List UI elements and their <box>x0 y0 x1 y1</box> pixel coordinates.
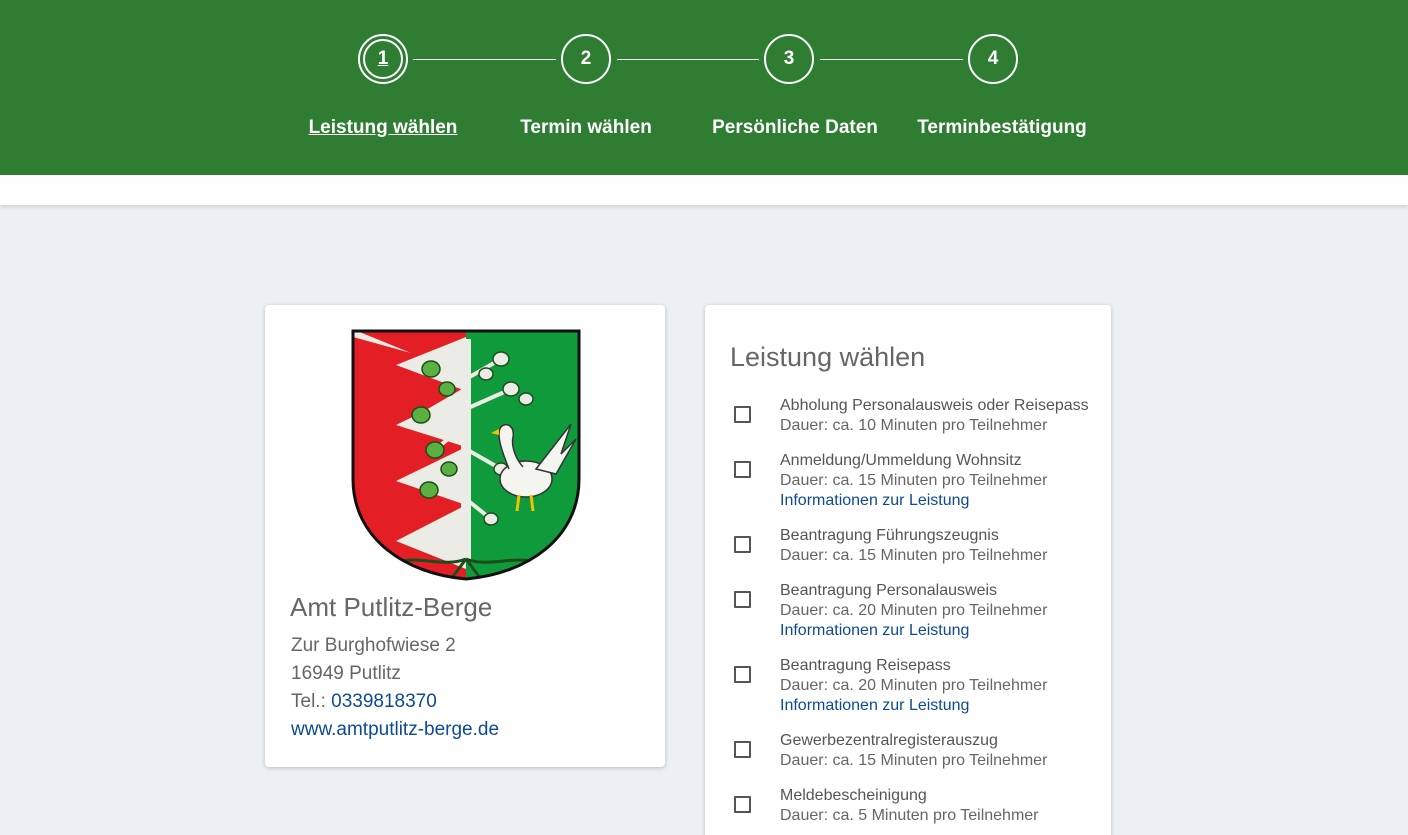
office-card: Amt Putlitz-Berge Zur Burghofwiese 2 169… <box>265 305 665 767</box>
service-info-link[interactable]: Informationen zur Leistung <box>780 622 969 640</box>
service-duration: Dauer: ca. 15 Minuten pro Teilnehmer <box>780 547 1048 564</box>
service-name: Beantragung Führungszeugnis <box>780 527 999 544</box>
step-4-circle: 4 <box>968 34 1018 84</box>
service-checkbox[interactable] <box>734 591 751 608</box>
phone-link[interactable]: 0339818370 <box>331 691 437 712</box>
website-link[interactable]: www.amtputlitz-berge.de <box>291 719 499 741</box>
step-connector <box>413 59 556 60</box>
service-name: Gewerbezentralregisterauszug <box>780 732 998 749</box>
service-checkbox[interactable] <box>734 536 751 553</box>
office-city: 16949 Putlitz <box>291 663 401 684</box>
step-header: 1 2 3 4 Leistung wählen Termin wählen Pe… <box>0 0 1408 175</box>
service-info-link[interactable]: Informationen zur Leistung <box>780 492 969 510</box>
step-1-circle[interactable]: 1 <box>358 34 408 84</box>
service-duration: Dauer: ca. 20 Minuten pro Teilnehmer <box>780 677 1048 694</box>
step-1-label[interactable]: Leistung wählen <box>278 117 488 139</box>
header-divider-bar <box>0 175 1408 205</box>
service-checkbox[interactable] <box>734 461 751 478</box>
service-duration: Dauer: ca. 15 Minuten pro Teilnehmer <box>780 752 1048 769</box>
office-street: Zur Burghofwiese 2 <box>291 635 456 656</box>
step-1-number: 1 <box>377 48 389 69</box>
step-2-number: 2 <box>580 48 592 69</box>
service-name: Beantragung Personalausweis <box>780 582 998 599</box>
step-3-number: 3 <box>783 48 795 69</box>
service-checkbox[interactable] <box>734 796 751 813</box>
coat-of-arms-icon <box>351 329 581 581</box>
step-3-circle: 3 <box>764 34 814 84</box>
step-2-circle: 2 <box>561 34 611 84</box>
service-checkbox[interactable] <box>734 666 751 683</box>
service-duration: Dauer: ca. 20 Minuten pro Teilnehmer <box>780 602 1048 619</box>
service-name: Anmeldung/Ummeldung Wohnsitz <box>780 452 1022 469</box>
step-4-number: 4 <box>987 48 999 69</box>
step-4-label: Terminbestätigung <box>917 117 1087 138</box>
phone-label: Tel.: <box>291 691 332 712</box>
service-name: Abholung Personalausweis oder Reisepass <box>780 397 1089 414</box>
office-name: Amt Putlitz-Berge <box>290 592 493 622</box>
step-connector <box>617 59 759 60</box>
service-duration: Dauer: ca. 10 Minuten pro Teilnehmer <box>780 417 1048 434</box>
step-2-label: Termin wählen <box>520 117 652 138</box>
service-name: Meldebescheinigung <box>780 787 927 804</box>
service-duration: Dauer: ca. 5 Minuten pro Teilnehmer <box>780 807 1039 824</box>
step-3-label: Persönliche Daten <box>712 117 878 138</box>
services-card: Leistung wählen Abholung Personalausweis… <box>705 305 1111 835</box>
service-name: Beantragung Reisepass <box>780 657 951 674</box>
service-checkbox[interactable] <box>734 741 751 758</box>
service-info-link[interactable]: Informationen zur Leistung <box>780 697 969 715</box>
step-connector <box>820 59 963 60</box>
service-duration: Dauer: ca. 15 Minuten pro Teilnehmer <box>780 472 1048 489</box>
service-checkbox[interactable] <box>734 406 751 423</box>
services-title: Leistung wählen <box>730 342 926 372</box>
office-phone-row: Tel.: 0339818370 <box>291 691 437 713</box>
